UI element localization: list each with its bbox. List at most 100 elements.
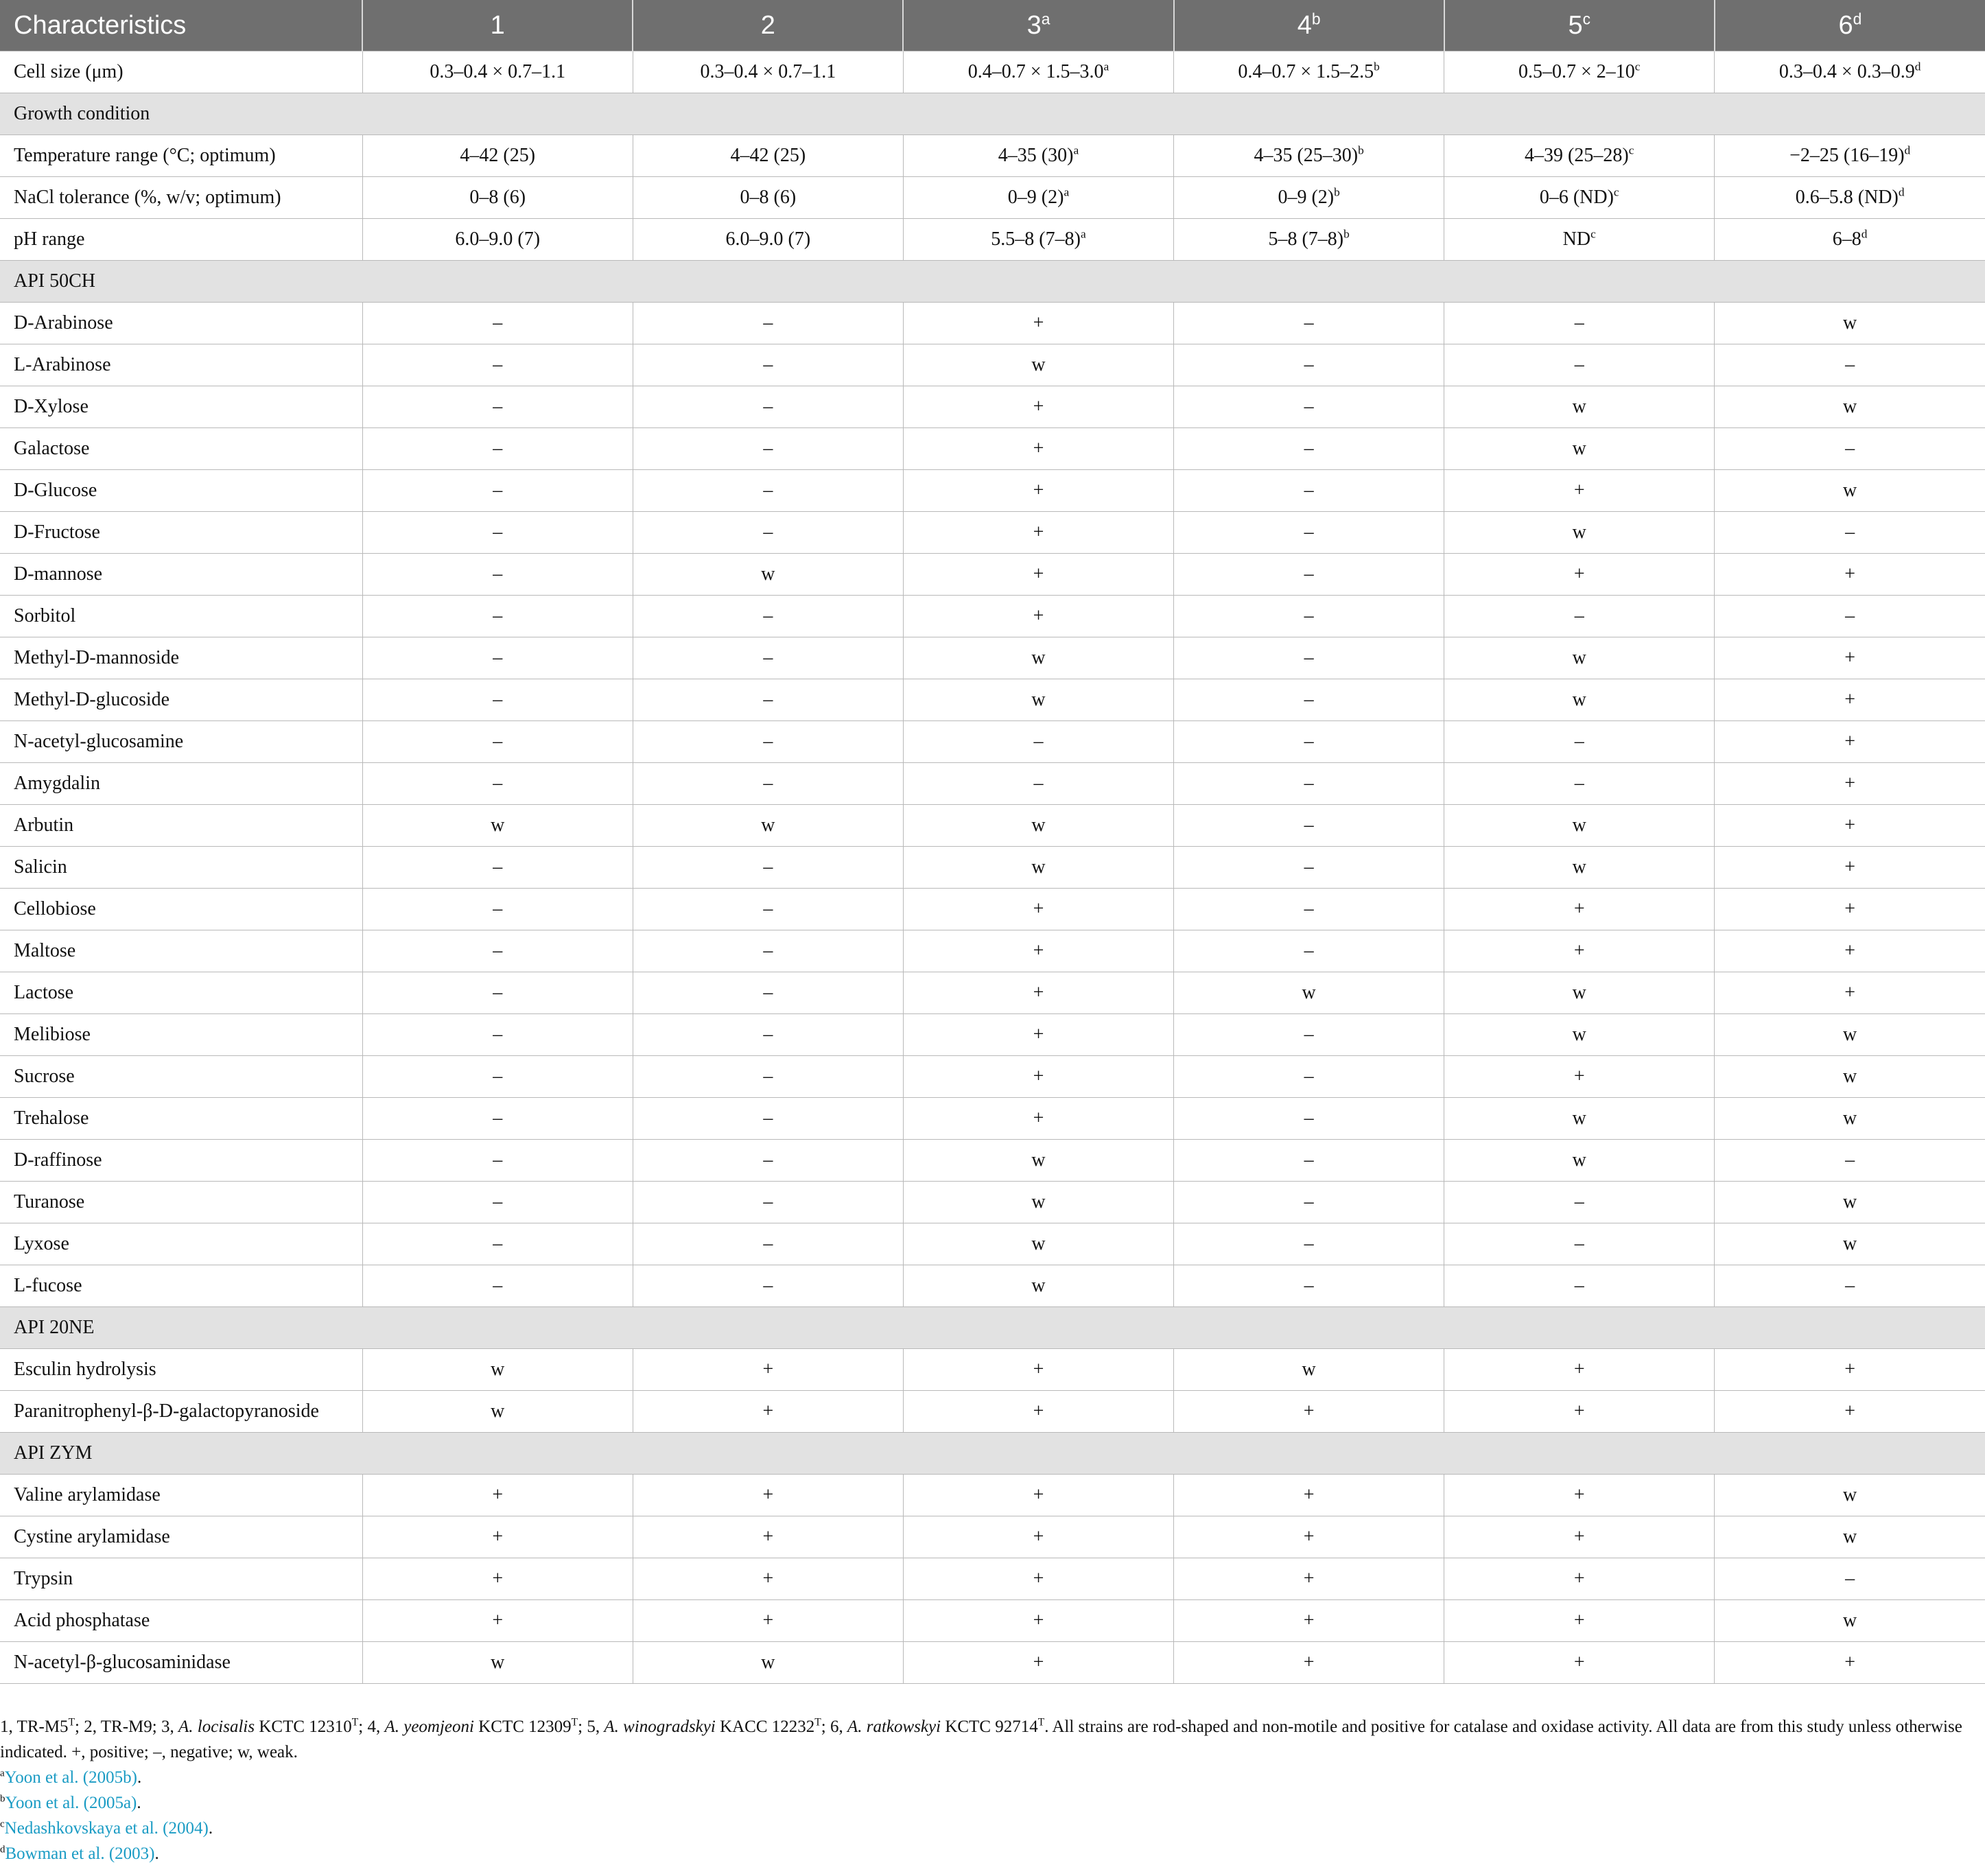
cell-value: –	[763, 856, 773, 878]
table-cell: –	[1173, 469, 1444, 512]
characteristics-table: Characteristics 1 2 3a 4b 5c 6d Cell size (μm)…	[0, 0, 1985, 1684]
table-cell: –	[632, 1055, 904, 1098]
cell-value: –	[1304, 1066, 1314, 1087]
cell-value: +	[1033, 312, 1044, 333]
cell-value: +	[1303, 1400, 1315, 1422]
cell-value: –	[1304, 605, 1314, 626]
table-cell: w	[1444, 1097, 1715, 1140]
cell-value: +	[762, 1400, 774, 1422]
cell-value: –	[493, 773, 503, 794]
table-row: Esculin hydrolysis w + + w + +	[0, 1348, 1985, 1391]
table-cell: 4–35 (30)a	[902, 134, 1174, 177]
column-header-strain-6: 6d	[1713, 0, 1985, 51]
table-row: D-Xylose – – + – w w	[0, 386, 1985, 428]
table-cell: +	[632, 1474, 904, 1516]
cell-value: w	[1302, 1359, 1316, 1380]
table-cell: +	[632, 1558, 904, 1600]
cell-value: +	[1844, 1400, 1856, 1422]
table-cell: w	[1173, 1348, 1444, 1391]
column-header-label: 1	[490, 10, 505, 40]
table-row: Cystine arylamidase + + + + + w	[0, 1516, 1985, 1558]
footnote-references: aYoon et al. (2005b). bYoon et al. (2005a…	[0, 1765, 1962, 1866]
cell-value: 6.0–9.0 (7)	[725, 228, 811, 250]
table-cell: 4–42 (25)	[632, 134, 904, 177]
cell-value: –	[1304, 1024, 1314, 1045]
cell-value: w	[1843, 1066, 1857, 1087]
cell-value: w	[1302, 982, 1316, 1003]
footnote-text: A. yeomjeoni	[384, 1717, 474, 1736]
cell-value: –	[763, 605, 773, 626]
cell-value: –	[493, 731, 503, 752]
cell-value: –	[493, 312, 503, 333]
table-cell: w	[1444, 1139, 1715, 1182]
table-cell: –	[632, 637, 904, 679]
cell-value: w	[1572, 438, 1586, 459]
cell-footnote-mark: b	[1343, 227, 1350, 241]
cell-value: –	[1845, 1568, 1855, 1589]
cell-value: 0–6 (ND)	[1539, 187, 1614, 208]
row-label: Cellobiose	[0, 888, 363, 930]
cell-value: –	[1304, 1107, 1314, 1129]
row-label: D-mannose	[0, 553, 363, 596]
cell-value: w	[1843, 1024, 1857, 1045]
table-cell: –	[1173, 1013, 1444, 1056]
reference-link[interactable]: Nedashkovskaya et al. (2004)	[5, 1819, 209, 1838]
cell-value: –	[763, 480, 773, 501]
table-cell: –	[362, 1181, 633, 1223]
row-label: Maltose	[0, 930, 363, 972]
cell-value: w	[1843, 1107, 1857, 1129]
footnote-text: 1, TR-M5	[0, 1717, 69, 1736]
cell-value: –	[1845, 521, 1855, 543]
table-row: Trypsin + + + + + –	[0, 1558, 1985, 1600]
cell-value: +	[762, 1568, 774, 1589]
cell-value: –	[763, 1275, 773, 1296]
cell-value: +	[1844, 814, 1856, 836]
cell-value: –	[493, 982, 503, 1003]
table-cell: –	[1714, 511, 1985, 554]
column-header-strain-3: 3a	[902, 0, 1174, 51]
table-cell: –	[362, 679, 633, 721]
table-cell: +	[1714, 972, 1985, 1014]
reference-mark: a	[0, 1768, 5, 1779]
table-row: D-mannose – w + – + +	[0, 553, 1985, 596]
table-cell: w	[1444, 804, 1715, 847]
table-cell: –	[362, 720, 633, 763]
reference-link[interactable]: Yoon et al. (2005b)	[5, 1768, 137, 1787]
table-cell: +	[1714, 679, 1985, 721]
table-cell: +	[902, 972, 1174, 1014]
table-cell: +	[1444, 553, 1715, 596]
table-cell: –	[1173, 846, 1444, 889]
row-label: N-acetyl-glucosamine	[0, 720, 363, 763]
table-cell: +	[1444, 888, 1715, 930]
table-cell: –	[632, 972, 904, 1014]
table-cell: 4–39 (25–28)c	[1444, 134, 1715, 177]
table-cell: +	[362, 1599, 633, 1642]
page: Characteristics 1 2 3a 4b 5c 6d Cell size (μm)…	[0, 0, 1985, 1876]
cell-value: –	[763, 1066, 773, 1087]
cell-value: –	[493, 438, 503, 459]
row-label: Trehalose	[0, 1097, 363, 1140]
cell-footnote-mark: d	[1898, 185, 1905, 199]
reference-link[interactable]: Yoon et al. (2005a)	[5, 1794, 137, 1812]
reference-link[interactable]: Bowman et al. (2003)	[5, 1844, 155, 1863]
cell-value: +	[1844, 982, 1856, 1003]
table-cell: w	[902, 1265, 1174, 1307]
table-cell: +	[1714, 637, 1985, 679]
cell-footnote-mark: d	[1904, 143, 1911, 157]
table-cell: w	[1714, 469, 1985, 512]
reference-mark: b	[0, 1793, 5, 1805]
table-cell: +	[1173, 1558, 1444, 1600]
reference-suffix: .	[137, 1794, 141, 1812]
column-header-label: 2	[760, 10, 775, 40]
table-cell: –	[1173, 1097, 1444, 1140]
reference-line: dBowman et al. (2003).	[0, 1841, 1962, 1866]
cell-value: w	[1031, 647, 1046, 668]
footnote-text: T	[814, 1716, 821, 1728]
table-cell: –	[632, 930, 904, 972]
footnote-text: KCTC 12309	[473, 1717, 572, 1736]
cell-value: –	[763, 898, 773, 919]
table-cell: –	[362, 762, 633, 805]
table-row: Acid phosphatase + + + + + w	[0, 1599, 1985, 1642]
cell-value: 4–35 (25–30)	[1254, 145, 1359, 166]
table-cell: w	[1444, 386, 1715, 428]
